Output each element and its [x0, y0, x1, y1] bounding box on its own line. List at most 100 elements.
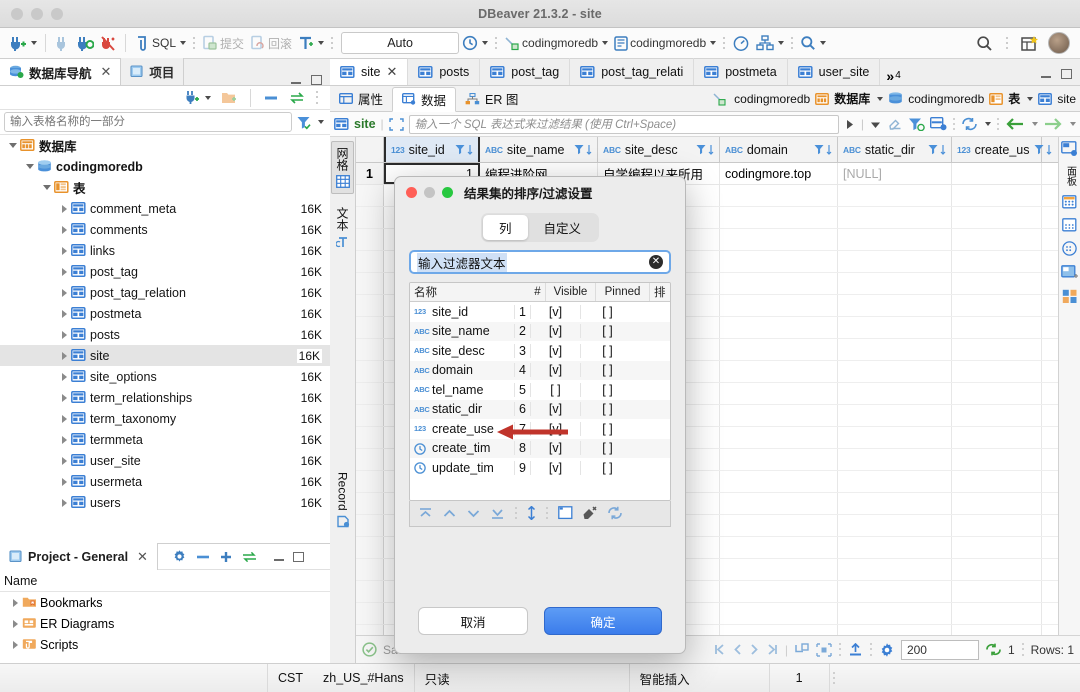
tree-expander-term_taxonomy[interactable]	[57, 415, 71, 423]
dialog-column-visible-checkbox[interactable]: [v]	[530, 461, 580, 475]
tree-node-codingmoredb[interactable]: codingmoredb	[0, 156, 330, 177]
column-filter-icon[interactable]	[574, 144, 584, 155]
new-connection-small-button[interactable]	[182, 86, 214, 110]
status-drag-handle-3[interactable]	[1021, 642, 1025, 658]
column-sort-icon[interactable]	[940, 144, 946, 155]
rollback-button[interactable]: 回滚	[247, 31, 295, 55]
dialog-column-pinned-checkbox[interactable]: [ ]	[580, 422, 634, 436]
auto-refresh-icon[interactable]	[985, 643, 1002, 656]
minimize-editor-icon[interactable]	[1041, 76, 1051, 78]
tree-node-数据库[interactable]: 数据库	[0, 135, 330, 156]
dialog-column-visible-checkbox[interactable]: [v]	[530, 402, 580, 416]
toolbar-drag-handle-3[interactable]	[494, 35, 498, 51]
toolbar-drag-handle-4[interactable]	[722, 35, 726, 51]
tree-expander-post_tag[interactable]	[57, 268, 71, 276]
tree-node-表[interactable]: 表	[0, 177, 330, 198]
toolbar-drag-handle[interactable]	[192, 35, 196, 51]
dialog-column-row-site_name[interactable]: ABCsite_name2[v][ ]	[410, 322, 670, 342]
editor-tab-post_tag[interactable]: post_tag	[480, 58, 570, 85]
tree-expander-comments[interactable]	[57, 226, 71, 234]
nav-last-icon[interactable]	[766, 643, 779, 656]
active-database-selector[interactable]: codingmoredb	[611, 31, 719, 55]
tab-project[interactable]: 项目	[121, 58, 184, 85]
filter-history-caret-icon[interactable]	[869, 118, 882, 131]
transaction-auto-select[interactable]: Auto	[341, 32, 459, 54]
tree-node-site_options[interactable]: site_options16K	[0, 366, 330, 387]
back-arrow-icon[interactable]	[1005, 118, 1025, 130]
dialog-column-row-tel_name[interactable]: ABCtel_name5[ ][ ]	[410, 380, 670, 400]
move-up-icon[interactable]	[442, 507, 457, 520]
dialog-toolbar-handle-2[interactable]	[545, 505, 549, 521]
breadcrumb-schema-label[interactable]: codingmoredb	[908, 92, 984, 106]
column-filter-icon[interactable]	[696, 144, 706, 155]
dialog-column-name-cell[interactable]: update_tim	[410, 461, 514, 475]
dialog-column-pinned-checkbox[interactable]: [ ]	[580, 383, 634, 397]
breadcrumb-database-label[interactable]: 数据库	[834, 90, 870, 107]
active-database-caret[interactable]	[710, 41, 716, 45]
back-history-caret[interactable]	[1032, 122, 1038, 126]
breadcrumb-database-caret[interactable]	[877, 97, 883, 101]
active-connection-caret[interactable]	[602, 41, 608, 45]
subtab-er-diagram[interactable]: ER 图	[456, 86, 527, 112]
sql-editor-button[interactable]: SQL	[131, 31, 189, 55]
filterbar-drag-handle[interactable]	[952, 116, 956, 132]
disconnect-button[interactable]	[51, 31, 73, 55]
close-tab-icon[interactable]: ✕	[101, 64, 112, 80]
nav-next-icon[interactable]	[749, 643, 760, 656]
dialog-traffic-lights[interactable]	[406, 187, 453, 198]
dialog-tab-columns[interactable]: 列	[483, 215, 528, 240]
move-to-top-icon[interactable]	[418, 507, 433, 520]
minimize-panel-icon[interactable]	[291, 82, 301, 84]
export-data-icon[interactable]	[848, 643, 863, 657]
dialog-column-visible-checkbox[interactable]: [ ]	[530, 383, 580, 397]
breadcrumb-tables-label[interactable]: 表	[1008, 90, 1020, 107]
nav-prev-icon[interactable]	[732, 643, 743, 656]
transaction-mode-caret[interactable]	[318, 41, 324, 45]
tree-expander-数据库[interactable]	[6, 143, 20, 148]
tree-node-links[interactable]: links16K	[0, 240, 330, 261]
project-expander[interactable]	[8, 620, 22, 628]
filter-settings-icon[interactable]	[908, 117, 925, 131]
fetch-settings-gear-icon[interactable]	[879, 642, 895, 658]
column-sort-icon[interactable]	[467, 144, 473, 155]
dialog-column-visible-checkbox[interactable]: [v]	[530, 363, 580, 377]
editor-tab-site[interactable]: site✕	[330, 58, 408, 85]
table-filter-input[interactable]	[4, 112, 292, 132]
view-tab-grid[interactable]: 网格	[331, 141, 354, 194]
add-project-icon[interactable]	[219, 551, 233, 563]
tree-node-posts[interactable]: posts16K	[0, 324, 330, 345]
tree-expander-termmeta[interactable]	[57, 436, 71, 444]
user-avatar[interactable]	[1048, 32, 1070, 54]
value-panel-icon[interactable]	[1062, 241, 1077, 256]
dialog-column-row-static_dir[interactable]: ABCstatic_dir6[v][ ]	[410, 400, 670, 420]
fetch-next-page-icon[interactable]	[794, 643, 810, 657]
tree-expander-usermeta[interactable]	[57, 478, 71, 486]
tree-node-site[interactable]: site16K	[0, 345, 330, 366]
forward-arrow-icon[interactable]	[1043, 118, 1063, 130]
dialog-column-row-site_desc[interactable]: ABCsite_desc3[v][ ]	[410, 341, 670, 361]
grid-cell[interactable]: [NULL]	[838, 163, 952, 184]
tree-node-term_relationships[interactable]: term_relationships16K	[0, 387, 330, 408]
tree-expander-user_site[interactable]	[57, 457, 71, 465]
er-diagram-caret[interactable]	[778, 41, 784, 45]
query-history-button[interactable]	[459, 31, 491, 55]
dialog-close-button[interactable]	[406, 187, 417, 198]
project-items-list[interactable]: BookmarksER DiagramsScripts	[0, 592, 330, 655]
dialog-column-pinned-checkbox[interactable]: [ ]	[580, 324, 634, 338]
move-to-bottom-icon[interactable]	[490, 507, 505, 520]
dialog-column-row-update_tim[interactable]: update_tim9[v][ ]	[410, 458, 670, 478]
tab-database-navigator[interactable]: 数据库导航 ✕	[0, 58, 121, 85]
subtab-properties[interactable]: 属性	[330, 86, 392, 112]
tree-expander-comment_meta[interactable]	[57, 205, 71, 213]
forward-history-caret[interactable]	[1070, 122, 1076, 126]
new-connection-caret[interactable]	[31, 41, 37, 45]
close-project-tab-icon[interactable]: ✕	[137, 549, 148, 565]
grid-config-icon[interactable]	[930, 117, 947, 131]
dialog-filter-field[interactable]: 输入过滤器文本 ✕	[409, 250, 671, 274]
apply-filter-icon[interactable]	[844, 118, 856, 131]
tree-node-usermeta[interactable]: usermeta16K	[0, 471, 330, 492]
dialog-column-visible-checkbox[interactable]: [v]	[530, 305, 580, 319]
column-sort-icon[interactable]	[826, 144, 832, 155]
tree-expander-site_options[interactable]	[57, 373, 71, 381]
dialog-column-row-site_id[interactable]: 123site_id1[v][ ]	[410, 302, 670, 322]
